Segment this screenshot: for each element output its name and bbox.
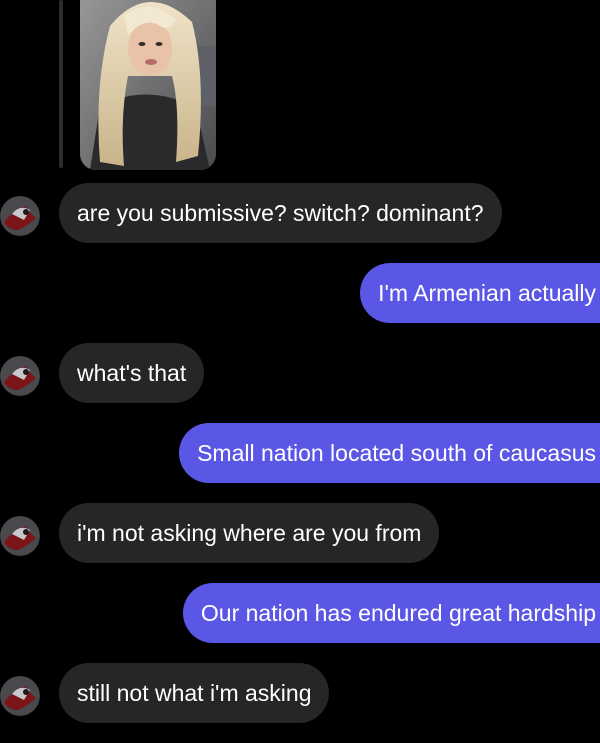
message-bubble-outgoing[interactable]: I'm Armenian actually <box>360 263 600 323</box>
avatar-icon <box>0 356 40 396</box>
message-bubble-incoming[interactable]: i'm not asking where are you from <box>59 503 440 563</box>
message-bubble-outgoing[interactable]: Small nation located south of caucasus <box>179 423 600 483</box>
message-bubble-outgoing[interactable]: Our nation has endured great hardship <box>182 583 600 643</box>
avatar-icon <box>0 516 40 556</box>
reply-indicator-bar <box>59 0 63 168</box>
photo-thumbnail-icon <box>80 0 216 170</box>
message-bubble-incoming[interactable]: are you submissive? switch? dominant? <box>59 183 502 243</box>
contact-avatar[interactable] <box>0 516 40 556</box>
avatar-icon <box>0 196 40 236</box>
contact-avatar[interactable] <box>0 676 40 716</box>
message-bubble-incoming[interactable]: what's that <box>59 343 205 403</box>
message-bubble-incoming[interactable]: still not what i'm asking <box>59 663 330 723</box>
avatar-icon <box>0 676 40 716</box>
shared-photo[interactable] <box>80 0 216 170</box>
contact-avatar[interactable] <box>0 356 40 396</box>
contact-avatar[interactable] <box>0 196 40 236</box>
